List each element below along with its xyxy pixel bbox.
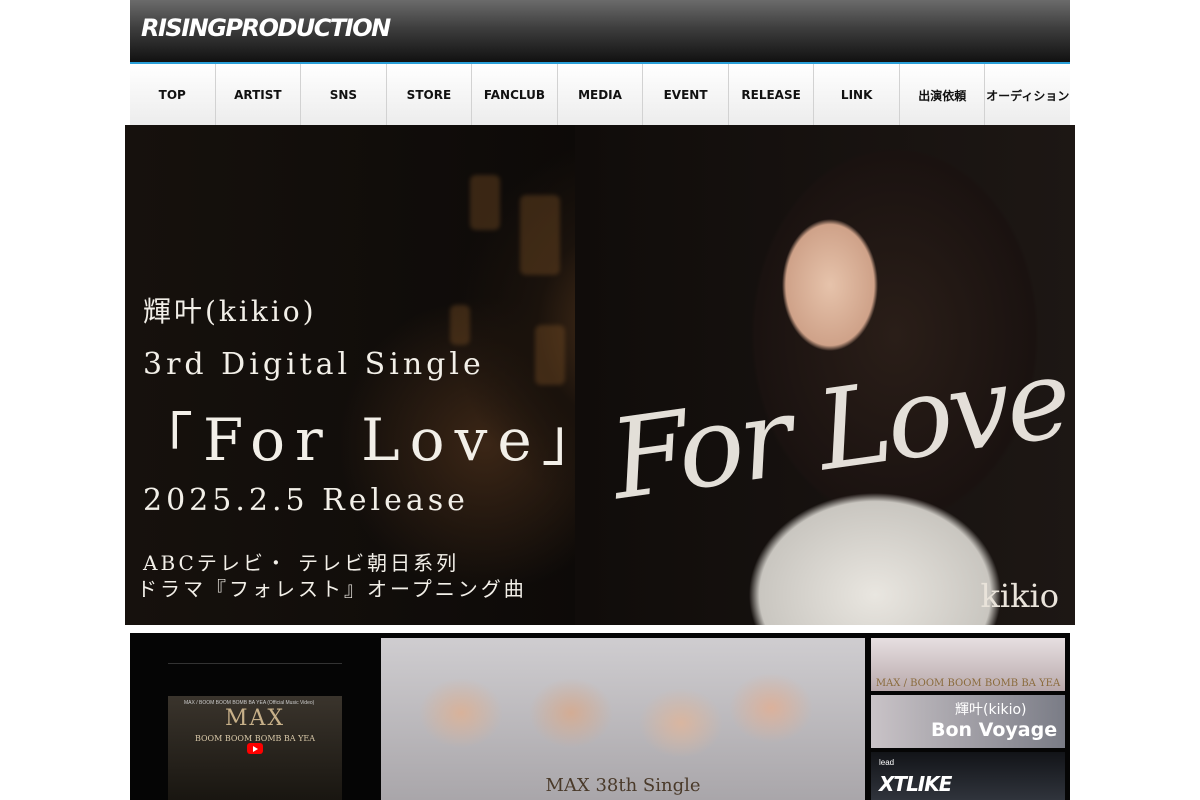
promo-thumb-kikio-name: 輝叶(kikio) [955, 702, 1027, 718]
nav-item-fanclub[interactable]: FANCLUB [472, 64, 558, 126]
promo-thumb-kikio-title: Bon Voyage [931, 719, 1058, 741]
promo-thumb-max[interactable]: MAX / BOOM BOOM BOMB BA YEA [871, 638, 1065, 691]
nav-item-top[interactable]: TOP [130, 64, 216, 126]
nav-item-link[interactable]: LINK [814, 64, 900, 126]
video-subtitle: BOOM BOOM BOMB BA YEA [194, 734, 316, 743]
site-logo[interactable]: RISINGPRODUCTION [141, 14, 391, 42]
lower-content: MAX / BOOM BOOM BOMB BA YEA (Official Mu… [130, 633, 1070, 800]
nav-item-sns[interactable]: SNS [301, 64, 387, 126]
banner-artist-name: 輝叶(kikio) [143, 295, 317, 328]
video-logo: MAX [224, 706, 286, 731]
nav-item-release[interactable]: RELEASE [729, 64, 815, 126]
banner-tie-in-line-2: ドラマ『フォレスト』オープニング曲 [137, 577, 527, 601]
banner-brand-logo: kikio [980, 577, 1059, 615]
video-thumbnail[interactable]: MAX / BOOM BOOM BOMB BA YEA (Official Mu… [168, 696, 342, 800]
banner-song-title: 「For Love」 [135, 406, 610, 474]
banner-tie-in-line-1: ABCテレビ・ テレビ朝日系列 [143, 551, 460, 575]
promo-thumb-xtlike-label: lead [879, 758, 895, 767]
promo-thumb-kikio[interactable]: 輝叶(kikio) Bon Voyage [871, 695, 1065, 748]
banner-release-date: 2025.2.5 Release [143, 483, 469, 518]
hero-banner[interactable]: 輝叶(kikio) 3rd Digital Single 「For Love」 … [125, 125, 1075, 625]
main-nav: TOP ARTIST SNS STORE FANCLUB MEDIA EVENT… [130, 62, 1070, 126]
site-header: RISINGPRODUCTION [130, 0, 1070, 62]
nav-item-event[interactable]: EVENT [643, 64, 729, 126]
bokeh-light [450, 305, 470, 345]
nav-item-audition[interactable]: オーディション [985, 64, 1070, 126]
nav-item-store[interactable]: STORE [387, 64, 473, 126]
bokeh-light [535, 325, 565, 385]
main-promo-image[interactable]: MAX 38th Single [381, 638, 865, 800]
promo-thumb-xtlike[interactable]: lead XTLIKE [871, 752, 1065, 800]
play-icon[interactable] [247, 743, 263, 754]
nav-item-artist[interactable]: ARTIST [216, 64, 302, 126]
bokeh-light [470, 175, 500, 230]
bokeh-light [520, 195, 560, 275]
promo-caption: MAX 38th Single [545, 775, 701, 796]
promo-thumb-xtlike-name: XTLIKE [879, 772, 952, 796]
promo-thumb-max-label: MAX / BOOM BOOM BOMB BA YEA [875, 678, 1061, 689]
banner-single-type: 3rd Digital Single [143, 347, 485, 382]
nav-item-booking[interactable]: 出演依頼 [900, 64, 986, 126]
sidebar-divider [168, 663, 342, 664]
nav-item-media[interactable]: MEDIA [558, 64, 644, 126]
